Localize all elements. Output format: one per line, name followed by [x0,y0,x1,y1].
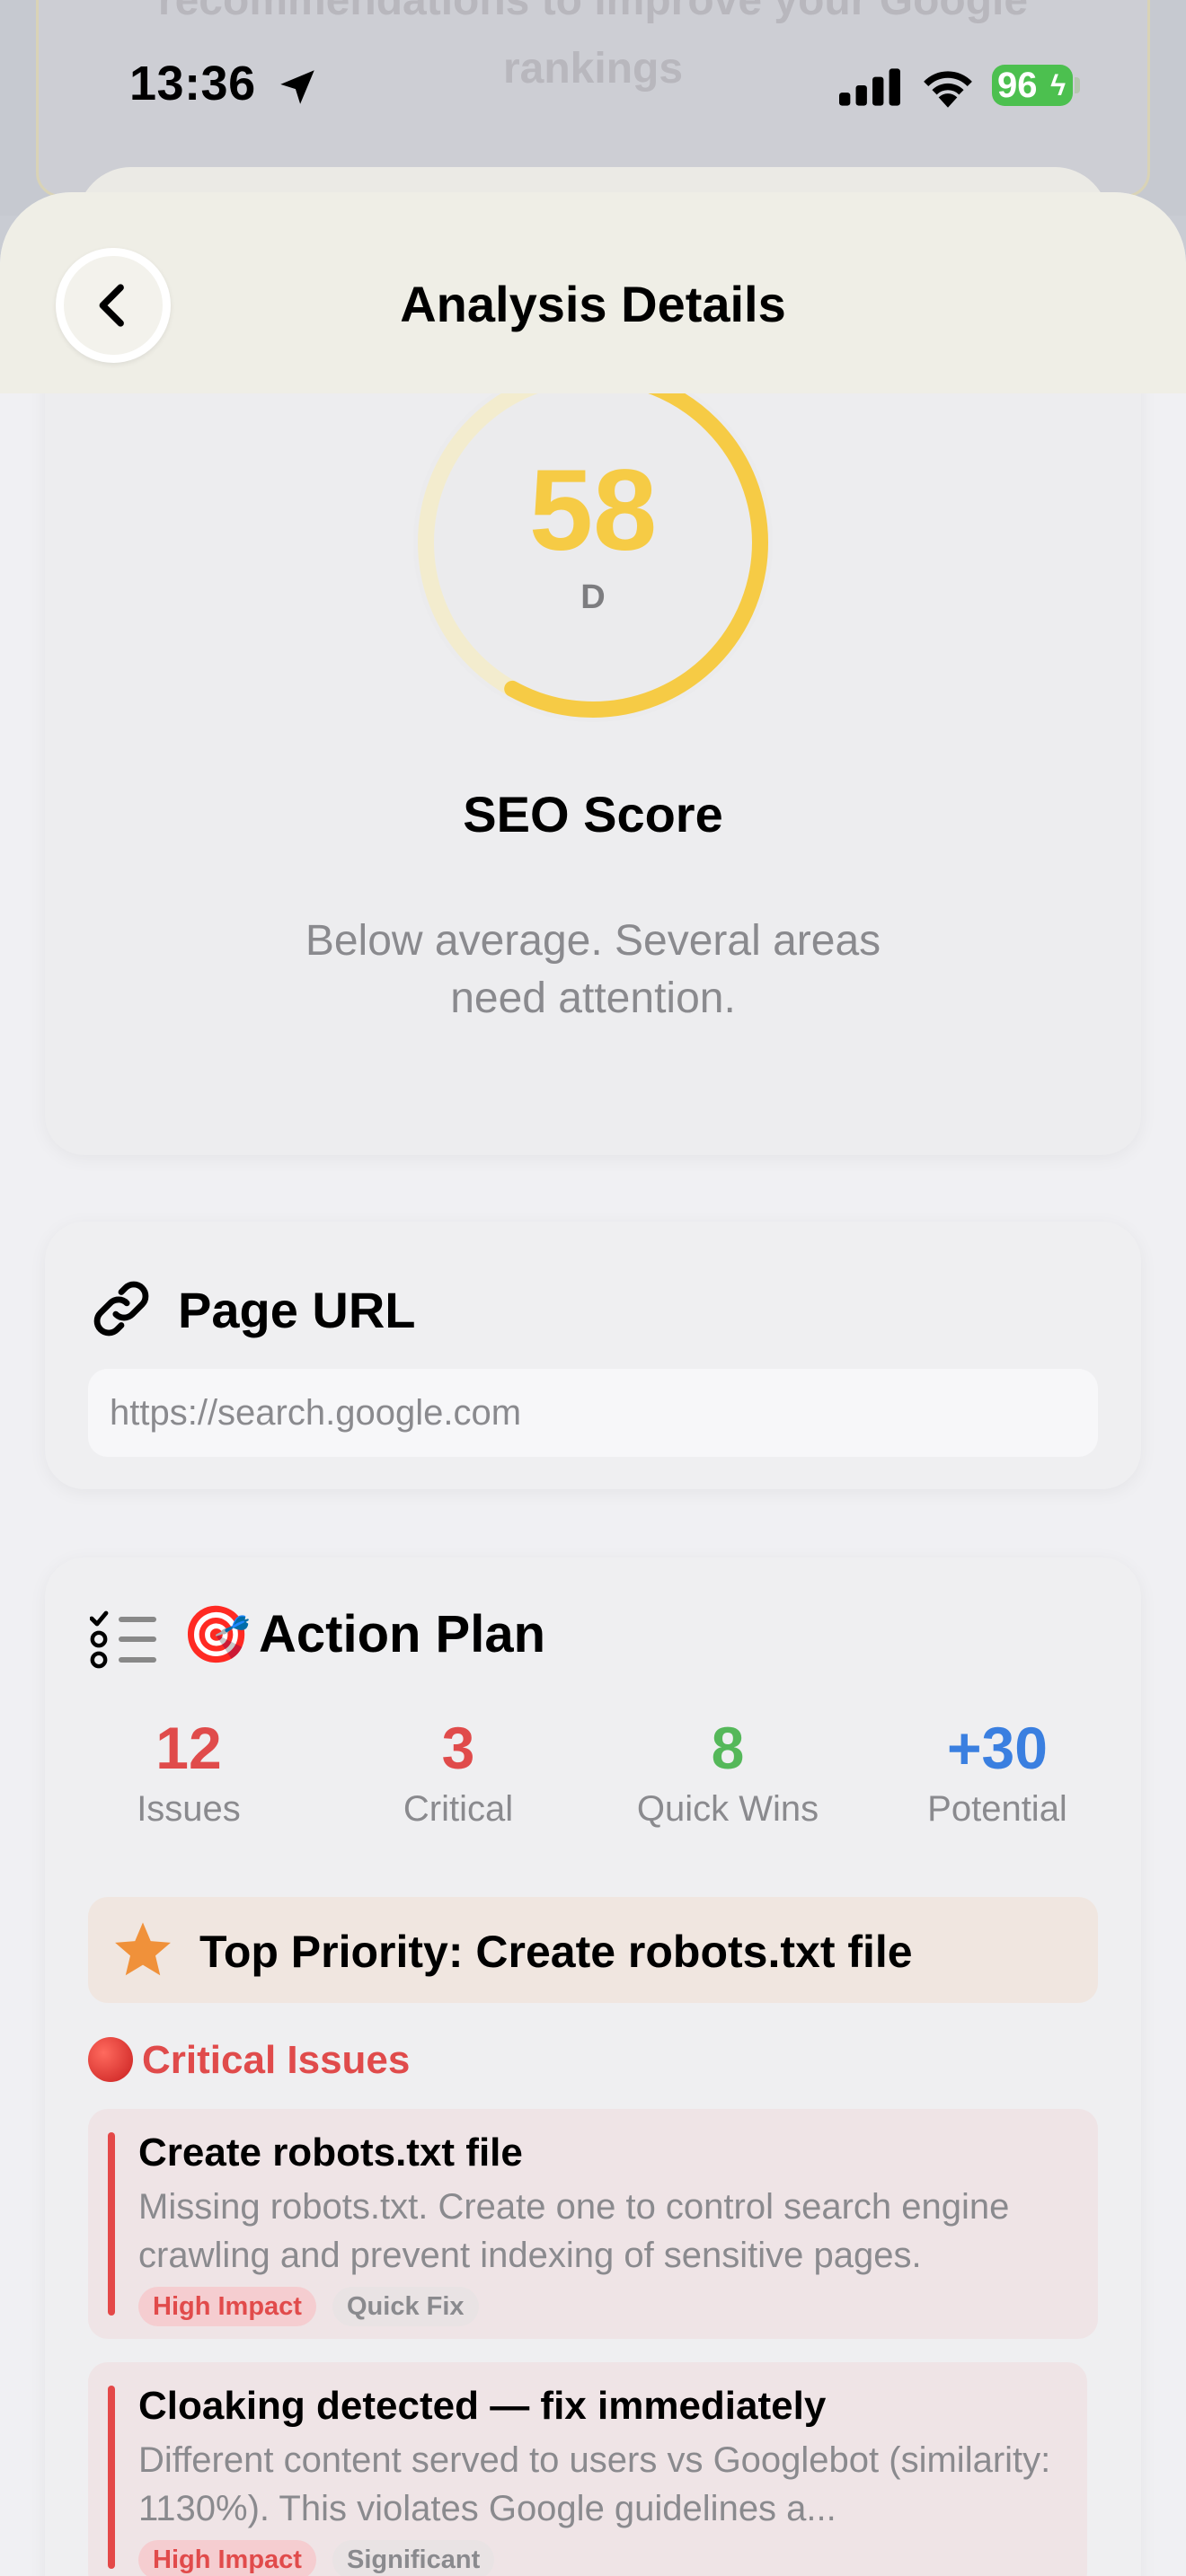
stat-quick-wins-label: Quick Wins [636,1789,819,1829]
effort-badge: Significant [332,2540,495,2576]
top-priority-text: Top Priority: Create robots.txt file [199,1927,913,1977]
page-url-title: Page URL [178,1282,416,1338]
star-icon [115,1922,171,1976]
score-value: 58 [528,446,658,575]
impact-badge: High Impact [138,2540,316,2576]
battery-nub [1075,77,1080,93]
score-title: SEO Score [463,786,723,842]
battery-indicator: 96 ϟ [992,65,1080,106]
critical-issues-label: Critical Issues [142,2038,411,2082]
link-icon [93,1281,149,1337]
stat-issues-value: 12 [155,1715,222,1781]
status-time: 13:36 [129,57,256,110]
red-circle-icon [88,2037,133,2082]
issue-item[interactable]: Create robots.txt file Missing robots.tx… [88,2109,1098,2339]
issue-description: Different content served to users vs Goo… [138,2440,1051,2528]
issue-description: Missing robots.txt. Create one to contro… [138,2187,1010,2275]
stat-issues: 12 Issues [63,1712,314,1834]
target-icon: 🎯 [181,1604,252,1666]
stat-potential: +30 Potential [872,1712,1123,1834]
charging-bolt-icon: ϟ [1050,69,1066,101]
cellular-signal-icon [839,68,900,106]
severity-bar [108,2386,115,2569]
issue-item[interactable]: Cloaking detected — fix immediately Diff… [88,2362,1087,2576]
stat-potential-value: +30 [947,1715,1048,1781]
page-url-field[interactable]: https://search.google.com [88,1369,1098,1457]
wifi-icon [924,71,972,108]
effort-badge: Quick Fix [332,2287,479,2326]
page-url-card: Page URL https://search.google.com [45,1222,1141,1489]
severity-bar [108,2132,115,2316]
battery-level: 96 [997,66,1038,105]
checklist-icon [90,1610,156,1669]
stat-issues-label: Issues [137,1789,241,1829]
navigation-bar: Analysis Details [0,192,1186,393]
stat-critical: 3 Critical [332,1712,584,1834]
stat-potential-label: Potential [927,1789,1067,1829]
issue-title: Cloaking detected — fix immediately [138,2384,827,2428]
top-priority-banner[interactable]: Top Priority: Create robots.txt file [88,1897,1098,2003]
page-title: Analysis Details [400,276,786,332]
analysis-sheet: Analysis Details 58 D SEO Score Below av… [0,192,1186,2576]
impact-badge: High Impact [138,2287,316,2326]
stat-critical-value: 3 [441,1715,475,1781]
action-plan-title: Action Plan [259,1605,546,1663]
stat-quick-wins-value: 8 [711,1715,745,1781]
action-plan-card: 🎯 Action Plan 12 Issues 3 Critical 8 Qui… [45,1557,1141,2576]
score-grade: D [580,578,606,616]
issue-title: Create robots.txt file [138,2130,523,2175]
critical-issues-heading: Critical Issues [88,2037,410,2083]
location-arrow-icon [280,70,314,104]
stat-quick-wins: 8 Quick Wins [602,1712,854,1834]
score-description: Below average. Several areas need attent… [305,917,881,1022]
status-bar: 13:36 96 ϟ [0,0,1186,171]
stat-critical-label: Critical [403,1789,514,1829]
